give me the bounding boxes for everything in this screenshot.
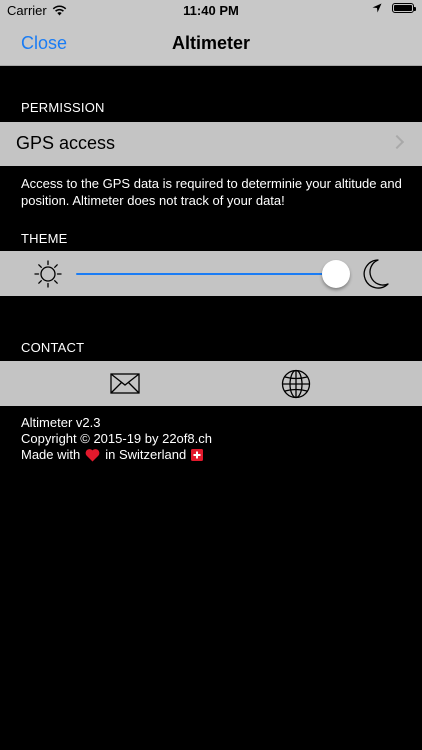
- page-title: Altimeter: [171, 33, 251, 53]
- contact-cell: [0, 361, 422, 406]
- copyright-label: Copyright © 2015-19 by 22of8.ch: [21, 431, 212, 446]
- moon-icon: [363, 259, 389, 289]
- status-time: 11:40 PM: [183, 3, 239, 18]
- location-arrow-icon: [372, 3, 382, 13]
- gps-access-label: GPS access: [16, 133, 116, 153]
- battery-icon: [392, 3, 416, 13]
- permission-section-header: PERMISSION: [21, 100, 105, 115]
- navigation-bar: Close Altimeter: [0, 22, 422, 66]
- version-label: Altimeter v2.3: [21, 415, 101, 430]
- globe-icon[interactable]: [281, 369, 311, 399]
- copyright-row: Copyright © 2015-19 by 22of8.ch: [21, 431, 212, 447]
- gps-access-cell[interactable]: GPS access: [0, 122, 422, 166]
- permission-footnote: Access to the GPS data is required to de…: [21, 176, 402, 208]
- status-right-group: [372, 3, 416, 13]
- mail-icon[interactable]: [110, 373, 140, 394]
- swiss-flag-icon: [191, 449, 204, 461]
- made-with-suffix: in Switzerland: [105, 447, 187, 462]
- theme-cell: [0, 251, 422, 296]
- theme-slider-track[interactable]: [76, 273, 336, 275]
- made-with-prefix: Made with: [21, 447, 81, 462]
- heart-icon: [85, 449, 100, 462]
- theme-section-header: THEME: [21, 231, 68, 246]
- status-bar: Carrier 11:40 PM: [0, 0, 422, 22]
- sun-icon: [34, 260, 62, 288]
- version-row: Altimeter v2.3: [21, 415, 212, 431]
- contact-section-header: CONTACT: [21, 340, 85, 355]
- made-with-row: Made with in Switzerland: [21, 447, 212, 463]
- theme-slider-thumb[interactable]: [322, 260, 350, 288]
- app-info: Altimeter v2.3 Copyright © 2015-19 by 22…: [21, 415, 212, 463]
- chevron-right-icon: [389, 134, 405, 150]
